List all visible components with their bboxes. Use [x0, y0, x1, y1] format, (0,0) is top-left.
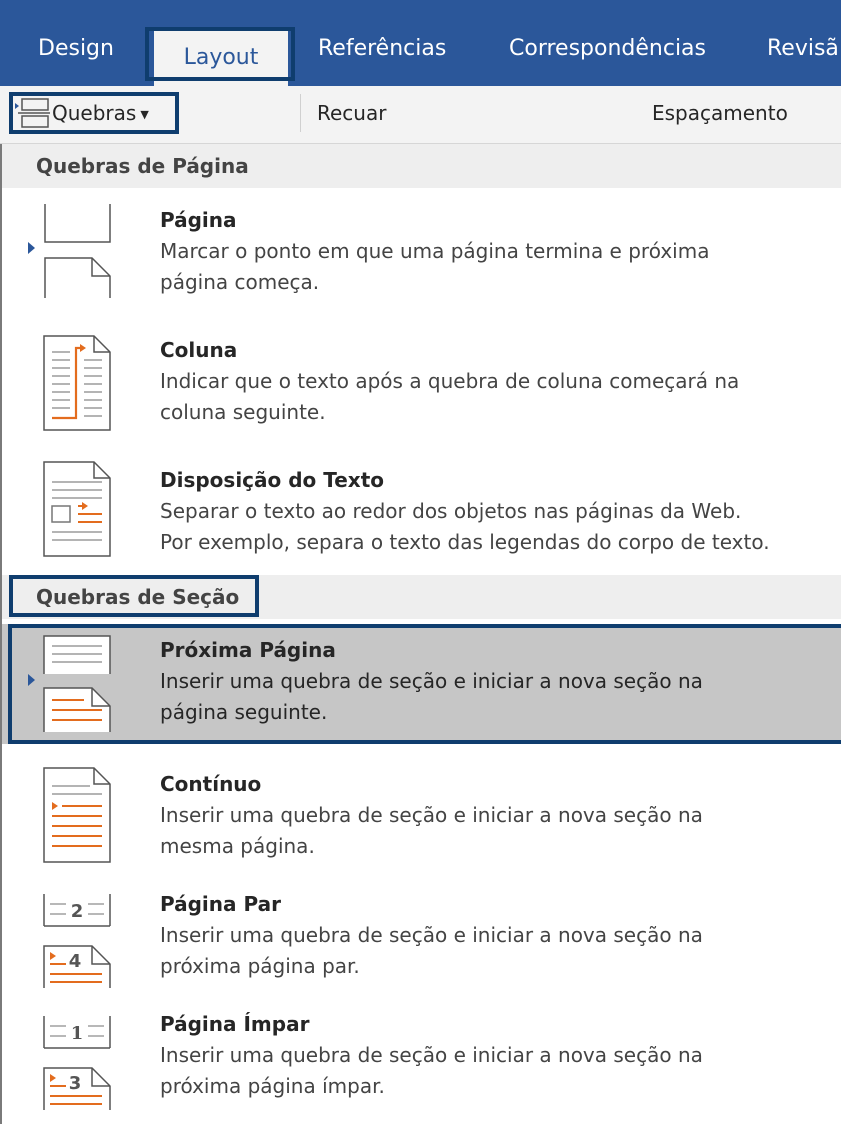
ribbon-separator: [300, 94, 301, 132]
ribbon-tab-bar: Design Layout Referências Correspondênci…: [0, 0, 841, 86]
menu-item-text-wrapping-break[interactable]: Disposição do Texto Separar o texto ao r…: [2, 456, 841, 568]
menu-item-description: Inserir uma quebra de seção e iniciar a …: [160, 923, 703, 978]
menu-item-title: Página: [160, 208, 237, 232]
indent-label: Recuar: [317, 101, 387, 125]
svg-text:2: 2: [71, 901, 84, 922]
column-break-icon: [43, 335, 111, 431]
continuous-icon: [43, 767, 111, 863]
text-wrapping-icon: [43, 461, 111, 557]
svg-text:4: 4: [69, 951, 82, 972]
section-header-page-breaks: Quebras de Página: [2, 144, 841, 188]
spacing-label: Espaçamento: [652, 101, 788, 125]
menu-item-title: Disposição do Texto: [160, 468, 385, 492]
menu-item-title: Página Par: [160, 892, 281, 916]
highlight-box-breaks-button: [9, 92, 179, 134]
tab-design[interactable]: Design: [38, 0, 114, 86]
highlight-box-layout-tab: [145, 27, 295, 81]
menu-item-title: Página Ímpar: [160, 1012, 310, 1036]
menu-item-title: Contínuo: [160, 772, 262, 796]
highlight-box-section-breaks-header: [9, 575, 259, 617]
even-page-icon: 2 4: [43, 894, 111, 988]
menu-item-continuous-section-break[interactable]: Contínuo Inserir uma quebra de seção e i…: [2, 760, 841, 872]
svg-text:3: 3: [69, 1073, 82, 1094]
menu-item-odd-page-section-break[interactable]: 1 3 Página Ímpar Inserir uma quebra de s…: [2, 1000, 841, 1124]
menu-item-description: Indicar que o texto após a quebra de col…: [160, 369, 740, 424]
tab-referencias[interactable]: Referências: [318, 0, 446, 86]
menu-item-even-page-section-break[interactable]: 2 4 Página Par Inserir uma quebra de seç…: [2, 880, 841, 992]
tab-revisao[interactable]: Revisã: [767, 0, 839, 86]
tab-correspondencias[interactable]: Correspondências: [509, 0, 706, 86]
menu-item-description: Marcar o ponto em que uma página termina…: [160, 239, 710, 294]
menu-item-description: Inserir uma quebra de seção e iniciar a …: [160, 803, 703, 858]
odd-page-icon: 1 3: [43, 1016, 111, 1110]
selection-marker-icon: [28, 242, 35, 254]
page-break-icon: [44, 204, 111, 298]
menu-item-description: Inserir uma quebra de seção e iniciar a …: [160, 1043, 703, 1098]
menu-item-column-break[interactable]: Coluna Indicar que o texto após a quebra…: [2, 330, 841, 438]
menu-item-page-break[interactable]: Página Marcar o ponto em que uma página …: [2, 196, 841, 312]
highlight-box-next-page: [8, 624, 841, 744]
menu-item-title: Coluna: [160, 338, 238, 362]
menu-item-description: Separar o texto ao redor dos objetos nas…: [160, 499, 770, 554]
svg-text:1: 1: [71, 1023, 84, 1044]
